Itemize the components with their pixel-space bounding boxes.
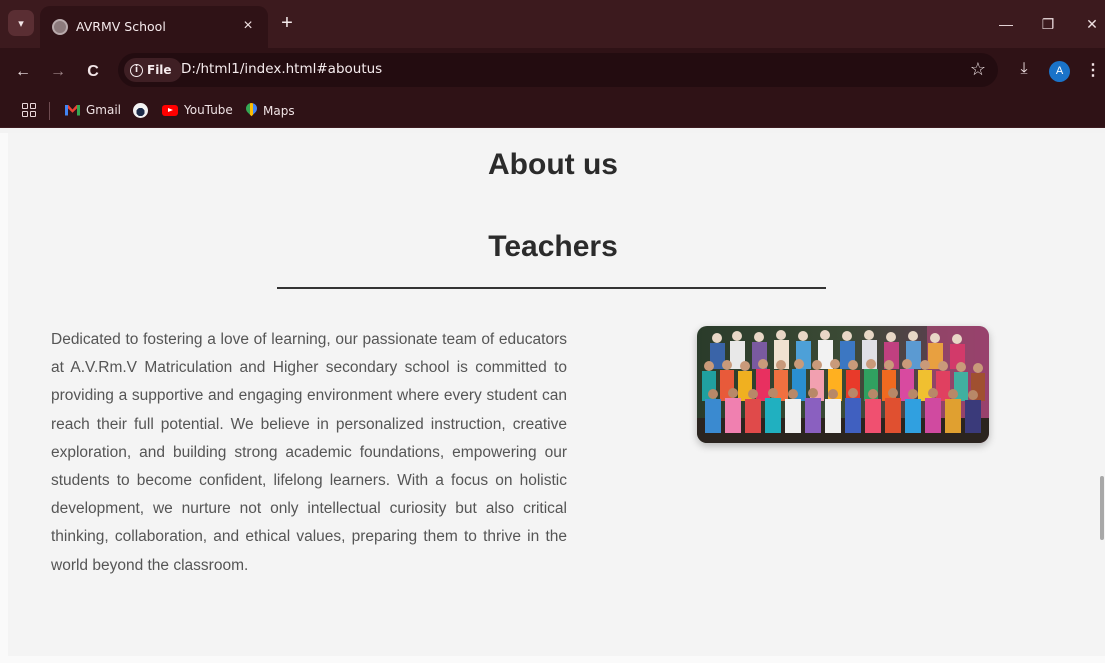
teachers-photo-graphic [697, 326, 989, 443]
page-scrollbar-track[interactable] [1098, 133, 1105, 663]
bookmark-label: Gmail [86, 103, 122, 117]
site-info-chip[interactable]: i File [124, 58, 182, 82]
about-us-heading: About us [488, 148, 618, 181]
bookmark-gmail[interactable]: Gmail [65, 103, 121, 117]
url-text[interactable]: D:/html1/index.html#aboutus [181, 61, 382, 77]
address-bar[interactable]: i File D:/html1/index.html#aboutus ☆ [118, 53, 998, 87]
bookmark-star-icon[interactable]: ☆ [970, 59, 986, 80]
profile-avatar[interactable]: A [1049, 61, 1070, 82]
forward-arrow-icon[interactable]: → [47, 61, 69, 83]
browser-toolbar: ← → C i File D:/html1/index.html#aboutus… [0, 48, 1105, 94]
bookmark-label: YouTube [184, 103, 233, 117]
teachers-description: Dedicated to fostering a love of learnin… [51, 331, 567, 574]
tab-avrmv-school[interactable]: AVRMV School × [40, 6, 268, 48]
gmail-icon [65, 105, 80, 116]
apps-grid-icon[interactable] [22, 103, 36, 117]
maps-icon [246, 103, 257, 118]
tab-close-icon[interactable]: × [238, 16, 258, 36]
tab-title: AVRMV School [76, 19, 166, 34]
tab-strip: ▾ AVRMV School × + — ❐ ✕ [0, 0, 1105, 48]
globe-favicon-icon [52, 19, 68, 35]
new-tab-plus-icon[interactable]: + [276, 12, 298, 34]
bookmarks-bar: Gmail YouTube Maps [0, 94, 1105, 128]
bookmark-youtube[interactable]: YouTube [162, 103, 233, 117]
tab-search-chevron-icon[interactable]: ▾ [8, 10, 34, 36]
page-viewport[interactable]: About us Teachers Dedicated to fostering… [8, 133, 1098, 656]
bookmark-maps[interactable]: Maps [246, 103, 295, 118]
heading-divider [277, 287, 826, 289]
info-icon: i [130, 63, 143, 77]
edge-icon [133, 103, 148, 118]
download-icon[interactable]: ⤓ [1013, 60, 1035, 78]
window-frame-left [0, 133, 8, 663]
page-scrollbar-thumb[interactable] [1100, 476, 1104, 540]
reload-icon[interactable]: C [82, 61, 104, 83]
bookmarks-divider [49, 102, 50, 120]
close-window-icon[interactable]: ✕ [1082, 14, 1102, 34]
back-arrow-icon[interactable]: ← [12, 61, 34, 83]
bookmark-label: Maps [263, 103, 295, 118]
menu-kebab-icon[interactable]: ⋮ [1082, 60, 1104, 80]
bookmark-edge[interactable] [133, 103, 148, 118]
window-frame-bottom [0, 656, 1105, 663]
browser-window: ▾ AVRMV School × + — ❐ ✕ ← → C i File D:… [0, 0, 1105, 663]
teachers-group-photo [697, 326, 989, 443]
site-info-label: File [147, 63, 172, 77]
youtube-icon [162, 104, 178, 116]
minimize-icon[interactable]: — [996, 14, 1016, 34]
restore-icon[interactable]: ❐ [1038, 14, 1058, 34]
teachers-heading: Teachers [488, 230, 618, 263]
